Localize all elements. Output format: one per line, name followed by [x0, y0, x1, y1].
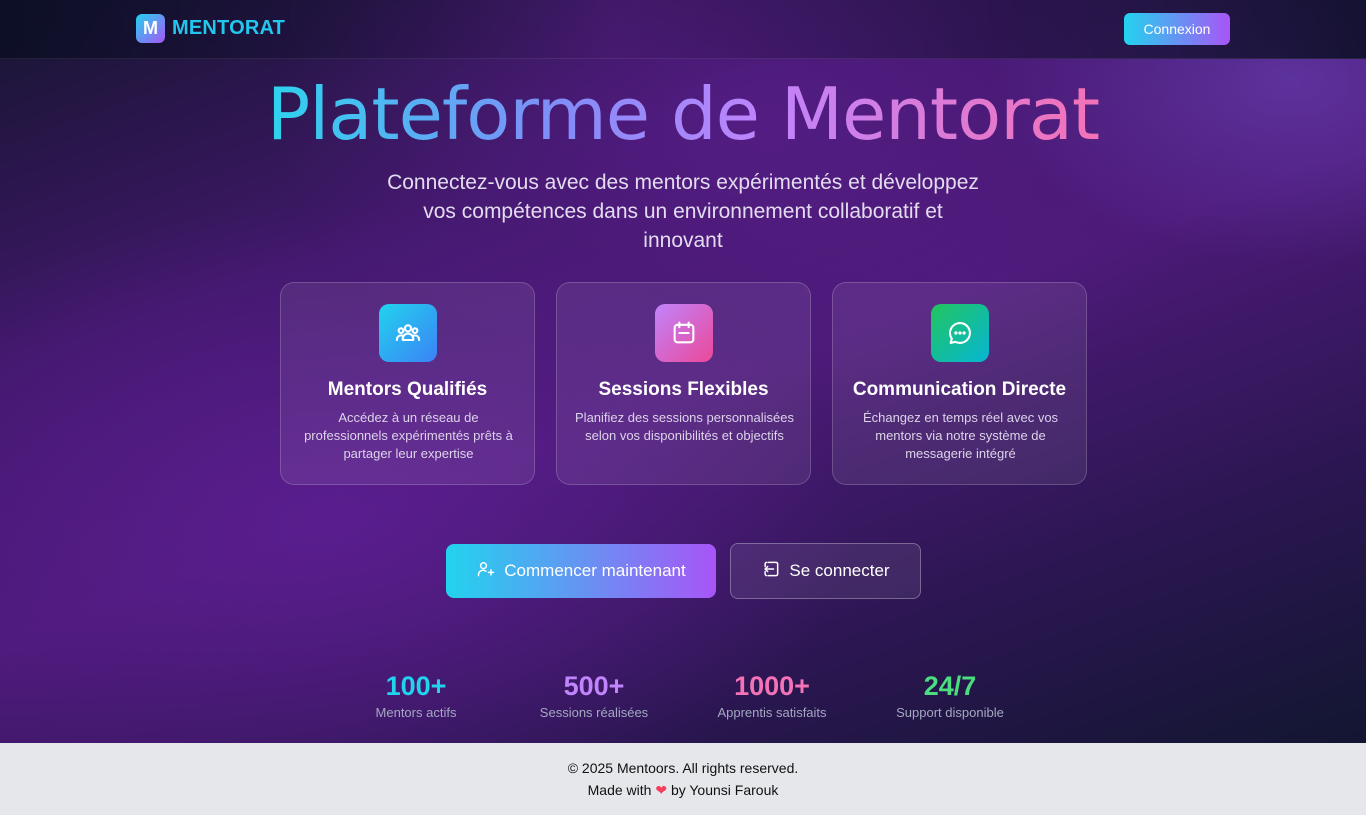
top-navbar: M MENTORAT Connexion — [0, 0, 1366, 59]
stat-value: 1000+ — [734, 671, 810, 701]
feature-card-mentors: Mentors Qualifiés Accédez à un réseau de… — [280, 282, 535, 485]
footer: © 2025 Mentoors. All rights reserved. Ma… — [0, 743, 1366, 815]
stat-apprentices: 1000+ Apprentis satisfaits — [683, 670, 861, 720]
stat-mentors: 100+ Mentors actifs — [327, 670, 505, 720]
stat-value: 100+ — [385, 671, 447, 701]
feature-title: Mentors Qualifiés — [327, 379, 488, 400]
calendar-icon — [655, 304, 713, 362]
brand-logo[interactable]: M MENTORAT — [136, 14, 285, 43]
feature-description: Accédez à un réseau de professionnels ex… — [304, 410, 513, 461]
stat-value: 24/7 — [923, 671, 977, 701]
made-with-text: Made with — [587, 782, 652, 798]
credits-line: Made with ❤ by Younsi Farouk — [0, 782, 1366, 799]
stat-sessions: 500+ Sessions réalisées — [505, 670, 683, 720]
stat-label: Sessions réalisées — [539, 705, 649, 720]
feature-description: Échangez en temps réel avec vos mentors … — [862, 410, 1059, 461]
feature-title: Sessions Flexibles — [598, 379, 769, 400]
stat-label: Support disponible — [896, 705, 1004, 720]
stat-label: Apprentis satisfaits — [717, 705, 827, 720]
stat-support: 24/7 Support disponible — [861, 670, 1039, 720]
heart-icon: ❤ — [655, 782, 668, 798]
stat-label: Mentors actifs — [375, 705, 457, 720]
logo-badge: M — [136, 14, 165, 43]
stat-value: 500+ — [563, 671, 625, 701]
page-title: Plateforme de Mentorat — [0, 72, 1366, 156]
start-now-label: Commencer maintenant — [504, 561, 686, 580]
login-button[interactable]: Connexion — [1124, 13, 1230, 45]
hero-subtitle: Connectez-vous avec des mentors expérime… — [387, 171, 979, 252]
feature-card-communication: Communication Directe Échangez en temps … — [832, 282, 1087, 485]
feature-card-sessions: Sessions Flexibles Planifiez des session… — [556, 282, 811, 485]
page-title-text: Plateforme de Mentorat — [266, 72, 1100, 156]
hero-section: M MENTORAT Connexion Plateforme de Mento… — [0, 0, 1366, 743]
user-plus-icon — [476, 559, 496, 584]
chat-icon — [931, 304, 989, 362]
sign-in-label: Se connecter — [789, 561, 890, 580]
users-icon — [379, 304, 437, 362]
author-text: by Younsi Farouk — [670, 782, 779, 798]
feature-description: Planifiez des sessions personnalisées se… — [575, 410, 794, 443]
start-now-button[interactable]: Commencer maintenant — [446, 544, 716, 598]
brand-name: MENTORAT — [172, 17, 286, 39]
copyright-text: © 2025 Mentoors. All rights reserved. — [567, 760, 799, 776]
sign-in-button[interactable]: Se connecter — [730, 543, 921, 599]
login-icon — [761, 559, 781, 584]
feature-title: Communication Directe — [852, 379, 1067, 400]
